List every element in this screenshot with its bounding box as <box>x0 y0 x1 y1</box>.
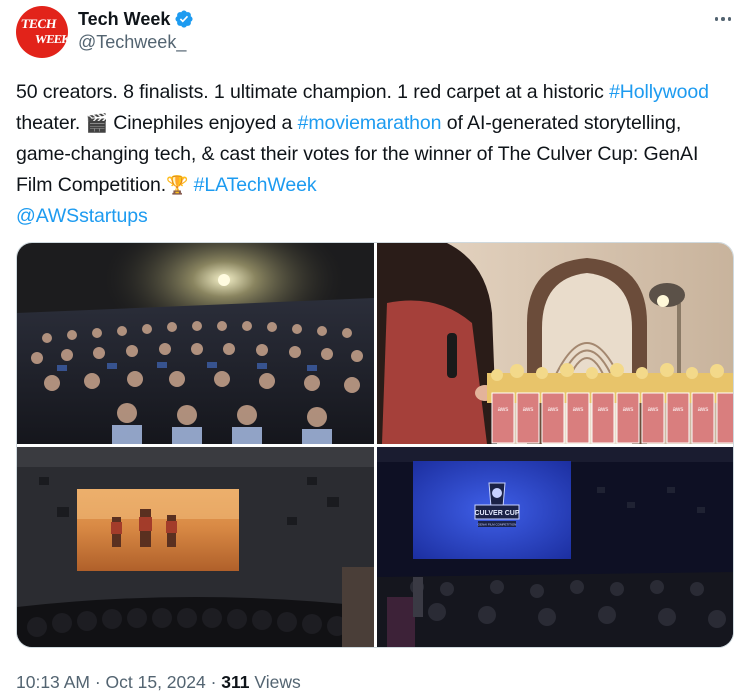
separator: · <box>205 672 222 692</box>
culver-cup-screen-image: CULVER CUP GENAI FILM COMPETITION <box>377 447 733 647</box>
avatar-text-line1: TECH <box>20 16 57 31</box>
avatar[interactable]: TECH WEEK <box>16 6 68 58</box>
tweet-header: TECH WEEK Tech Week @Techweek_ <box>16 6 734 62</box>
popcorn-box-label: aws <box>523 407 534 413</box>
popcorn-box-label: aws <box>648 407 659 413</box>
popcorn-box-label: aws <box>548 407 559 413</box>
screening-photo[interactable] <box>17 447 374 647</box>
clapper-board-icon: 🎬 <box>85 112 108 134</box>
tweet-text-part: theater. <box>16 111 86 134</box>
display-name[interactable]: Tech Week <box>78 8 170 30</box>
avatar-text-line2: WEEK <box>34 32 68 46</box>
hashtag-latechweek-link[interactable]: #LATechWeek <box>194 174 317 196</box>
popcorn-photo[interactable]: aws aws aws aws aws aws aws aws aws <box>377 243 733 444</box>
popcorn-box-label: aws <box>698 407 709 413</box>
audience-photo[interactable] <box>17 243 374 444</box>
views-count: 311 <box>221 672 250 692</box>
audience-image <box>17 243 374 444</box>
popcorn-box-label: aws <box>573 407 584 413</box>
popcorn-image: aws aws aws aws aws aws aws aws aws <box>377 243 733 444</box>
culver-cup-screen-photo[interactable]: CULVER CUP GENAI FILM COMPETITION <box>377 447 733 647</box>
tweet-text-part: 50 creators. 8 finalists. 1 ultimate cha… <box>16 81 610 103</box>
more-options-icon[interactable] <box>712 8 734 30</box>
handle[interactable]: @Techweek_ <box>78 30 194 54</box>
trophy-icon: 🏆 <box>166 174 189 196</box>
tweet-text-part: Cinephiles enjoyed a <box>107 111 298 134</box>
tweet-date[interactable]: Oct 15, 2024 <box>106 672 206 692</box>
author-display-name-row[interactable]: Tech Week <box>78 8 194 30</box>
media-grid: aws aws aws aws aws aws aws aws aws CULV… <box>16 242 734 648</box>
screen-logo-line1: CULVER CUP <box>475 510 520 517</box>
hashtag-moviemarathon-link[interactable]: #moviemarathon <box>298 112 442 134</box>
mention-awsstartups-link[interactable]: @AWSstartups <box>16 205 148 227</box>
separator: · <box>89 672 106 692</box>
author-names: Tech Week @Techweek_ <box>78 8 194 54</box>
verified-badge-icon <box>175 10 193 28</box>
popcorn-box-label: aws <box>598 407 609 413</box>
tweet-time[interactable]: 10:13 AM <box>16 672 90 692</box>
screening-image <box>17 447 374 647</box>
screen-logo-line2: GENAI FILM COMPETITION <box>478 523 517 527</box>
tweet-text: 50 creators. 8 finalists. 1 ultimate cha… <box>16 77 721 232</box>
hashtag-hollywood-link[interactable]: #Hollywood <box>609 81 709 103</box>
tweet-metadata: 10:13 AM · Oct 15, 2024 · 311 Views <box>16 670 301 694</box>
popcorn-box-label: aws <box>498 407 509 413</box>
views-label: Views <box>249 672 301 692</box>
popcorn-box-label: aws <box>673 407 684 413</box>
popcorn-box-label: aws <box>623 407 634 413</box>
